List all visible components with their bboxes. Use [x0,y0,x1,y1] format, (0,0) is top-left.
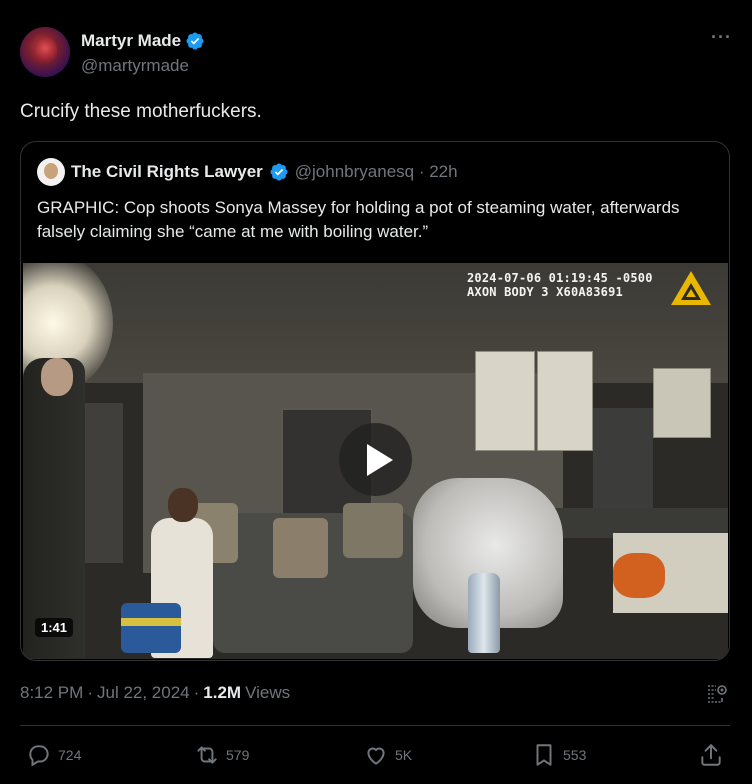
repost-icon [197,746,217,764]
quoted-tweet-text: GRAPHIC: Cop shoots Sonya Massey for hol… [37,198,680,241]
meta-separator: · [193,683,200,702]
timestamp-line-1: 2024-07-06 01:19:45 -0500 [467,271,653,285]
author-name[interactable]: Martyr Made [81,31,181,51]
tweet-time[interactable]: 8:12 PM [20,683,83,703]
like-button[interactable]: 5K [363,742,412,768]
tweet-date[interactable]: Jul 22, 2024 [97,683,190,703]
reply-count: 724 [58,747,82,763]
repost-button[interactable]: 579 [194,742,249,768]
video-player[interactable]: 2024-07-06 01:19:45 -0500 AXON BODY 3 X6… [23,263,728,659]
video-timestamp-overlay: 2024-07-06 01:19:45 -0500 AXON BODY 3 X6… [467,271,653,299]
timestamp-line-2: AXON BODY 3 X60A83691 [467,285,623,299]
share-button[interactable] [698,742,724,768]
quoted-author-avatar[interactable] [37,158,65,186]
play-button[interactable] [339,423,412,496]
more-options-icon[interactable]: ··· [711,27,732,48]
like-count: 5K [395,747,413,763]
grok-analyze-icon[interactable] [705,682,729,706]
tweet-header: Martyr Made @martyrmade ··· [20,27,732,79]
quoted-tweet[interactable]: The Civil Rights Lawyer @johnbryanesq · … [20,141,730,661]
quoted-author-name[interactable]: The Civil Rights Lawyer [71,162,263,182]
bookmark-icon [536,744,552,766]
action-bar: 724 579 5K 553 [26,742,726,770]
bookmark-count: 553 [563,747,587,763]
divider [20,725,730,726]
reply-button[interactable]: 724 [26,742,81,768]
verified-badge-icon [186,32,204,50]
tweet-meta: 8:12 PM · Jul 22, 2024 · 1.2M Views [20,683,290,703]
author-avatar[interactable] [20,27,70,77]
reply-icon [29,745,49,767]
quoted-tweet-header: The Civil Rights Lawyer @johnbryanesq · … [37,158,458,186]
axon-logo-icon [671,271,711,305]
meta-separator: · [87,683,93,702]
video-duration: 1:41 [35,618,74,637]
share-icon [701,744,721,766]
verified-badge-icon [270,163,288,181]
heart-icon [367,747,385,765]
author-handle[interactable]: @martyrmade [81,56,189,76]
views-label: Views [245,683,291,702]
quoted-author-handle-time[interactable]: @johnbryanesq · 22h [295,162,458,182]
tweet-text: Crucify these motherfuckers. [20,101,262,122]
repost-count: 579 [226,747,250,763]
author-name-row: Martyr Made [81,31,205,51]
bookmark-button[interactable]: 553 [531,742,586,768]
views-count: 1.2M [203,683,242,702]
